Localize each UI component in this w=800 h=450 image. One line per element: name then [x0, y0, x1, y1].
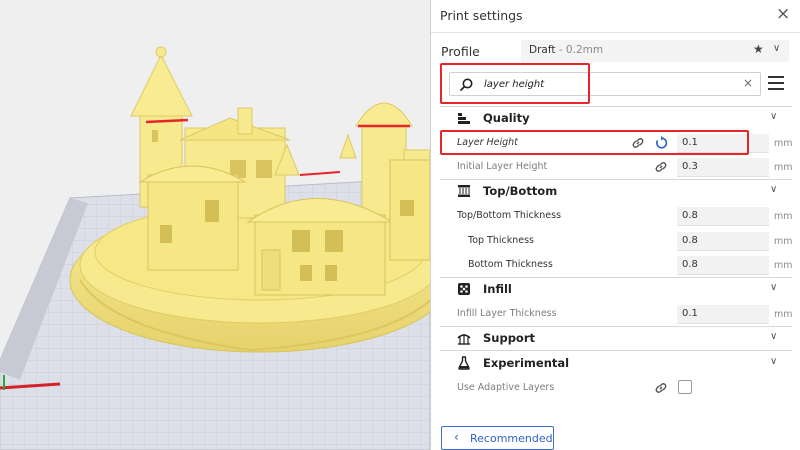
chevron-down-icon[interactable]: ∨ — [770, 111, 777, 122]
close-icon[interactable]: × — [776, 4, 790, 24]
category-label: Top/Bottom — [483, 184, 558, 198]
field-value: 0.1 — [682, 308, 698, 319]
category-label: Infill — [483, 282, 512, 296]
flask-icon — [458, 356, 470, 370]
support-icon — [457, 334, 471, 345]
chevron-left-icon: ‹ — [454, 430, 459, 444]
category-label: Support — [483, 331, 536, 345]
divider — [440, 179, 792, 180]
clear-icon[interactable]: × — [743, 76, 753, 90]
header-divider — [431, 32, 800, 33]
3d-viewport[interactable] — [0, 0, 430, 450]
profile-name: Draft - 0.2mm — [529, 44, 604, 56]
profile-layer-height: - 0.2mm — [555, 44, 604, 56]
setting-label: Top Thickness — [468, 235, 535, 246]
field-unit: mm — [774, 260, 793, 271]
setting-label: Layer Height — [457, 137, 518, 148]
setting-label: Initial Layer Height — [457, 161, 548, 172]
profile-select[interactable]: Draft - 0.2mm ★ ∨ — [521, 40, 789, 62]
setting-layer-height: Layer Height 0.1 mm — [440, 133, 793, 153]
divider — [440, 326, 792, 327]
category-label: Experimental — [483, 356, 570, 370]
field-value: 0.3 — [682, 161, 698, 172]
adaptive-layers-checkbox[interactable] — [678, 380, 692, 394]
setting-label: Infill Layer Thickness — [457, 308, 557, 319]
chevron-down-icon[interactable]: ∨ — [770, 356, 777, 367]
topbottom-thickness-field[interactable]: 0.8 — [677, 207, 769, 226]
category-label: Quality — [483, 111, 530, 125]
field-value: 0.8 — [682, 235, 698, 246]
field-unit: mm — [774, 309, 793, 320]
chevron-down-icon[interactable]: ∨ — [770, 184, 777, 195]
setting-label: Top/Bottom Thickness — [457, 210, 562, 221]
recommended-button[interactable]: ‹ Recommended — [441, 426, 554, 450]
field-value: 0.8 — [682, 259, 698, 270]
layer-height-field[interactable]: 0.1 — [677, 134, 769, 153]
setting-infill-layer-thickness: Infill Layer Thickness 0.1 mm — [440, 304, 793, 324]
category-quality[interactable]: Quality ∨ — [440, 108, 792, 128]
divider — [440, 106, 792, 107]
chevron-down-icon[interactable]: ∨ — [770, 331, 777, 342]
divider — [440, 277, 792, 278]
category-support[interactable]: Support ∨ — [440, 328, 792, 348]
panel-title: Print settings — [440, 8, 523, 23]
top-thickness-field[interactable]: 0.8 — [677, 232, 769, 251]
bottom-thickness-field[interactable]: 0.8 — [677, 256, 769, 275]
print-settings-panel: Print settings × Profile Draft - 0.2mm ★… — [430, 0, 800, 450]
chevron-down-icon[interactable]: ∨ — [773, 43, 780, 54]
model-scene — [0, 46, 430, 450]
reset-icon[interactable] — [654, 136, 668, 150]
link-icon — [632, 138, 644, 148]
infill-icon — [458, 283, 470, 295]
initial-layer-height-field[interactable]: 0.3 — [677, 158, 769, 177]
quality-icon — [458, 113, 470, 124]
setting-top-thickness: Top Thickness 0.8 mm — [440, 231, 793, 251]
setting-initial-layer-height: Initial Layer Height 0.3 mm — [440, 157, 793, 177]
profile-label: Profile — [441, 44, 480, 59]
setting-adaptive-layers: Use Adaptive Layers — [440, 378, 792, 398]
star-icon[interactable]: ★ — [753, 42, 764, 56]
search-box[interactable]: × — [449, 72, 761, 96]
panel-header: Print settings × — [431, 0, 800, 32]
setting-topbottom-thickness: Top/Bottom Thickness 0.8 mm — [440, 206, 793, 226]
setting-bottom-thickness: Bottom Thickness 0.8 mm — [440, 255, 793, 275]
link-icon — [655, 162, 667, 172]
settings-menu-icon[interactable] — [768, 76, 784, 90]
link-icon — [655, 383, 667, 393]
setting-label: Use Adaptive Layers — [457, 382, 555, 393]
field-unit: mm — [774, 138, 793, 149]
field-unit: mm — [774, 162, 793, 173]
search-icon — [459, 78, 473, 92]
top-bottom-icon — [458, 185, 470, 197]
divider — [440, 350, 792, 351]
setting-label: Bottom Thickness — [468, 259, 553, 270]
field-value: 0.1 — [682, 137, 698, 148]
field-unit: mm — [774, 236, 793, 247]
chevron-down-icon[interactable]: ∨ — [770, 282, 777, 293]
infill-layer-thickness-field[interactable]: 0.1 — [677, 305, 769, 324]
category-infill[interactable]: Infill ∨ — [440, 279, 792, 299]
recommended-label: Recommended — [470, 432, 553, 445]
category-experimental[interactable]: Experimental ∨ — [440, 353, 792, 373]
search-input[interactable] — [484, 76, 724, 93]
field-value: 0.8 — [682, 210, 698, 221]
field-unit: mm — [774, 211, 793, 222]
category-topbottom[interactable]: Top/Bottom ∨ — [440, 181, 792, 201]
